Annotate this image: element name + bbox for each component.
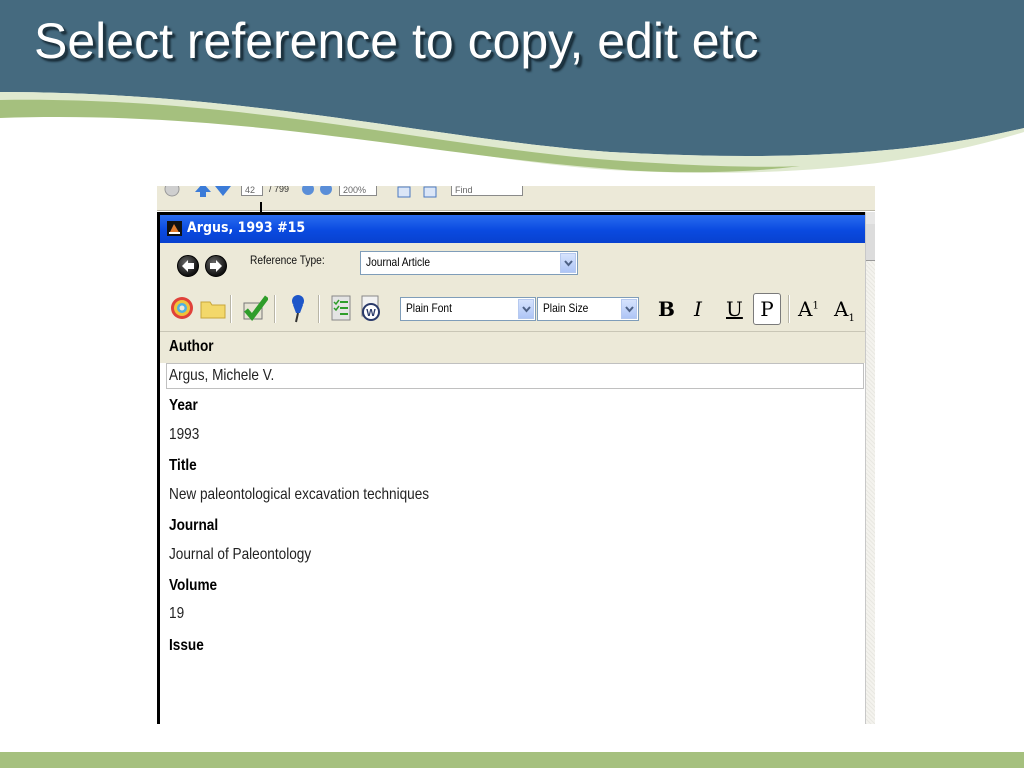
zoom-select[interactable]: 200% xyxy=(339,186,377,196)
page-number-input[interactable]: 42 xyxy=(241,186,263,196)
checkmark-icon[interactable] xyxy=(240,293,268,323)
pdf-viewer-toolbar: 42 / 799 200% Find xyxy=(157,186,875,211)
vertical-scrollbar[interactable] xyxy=(865,212,875,724)
reference-nav-row: Reference Type: Journal Article xyxy=(160,243,865,287)
superscript-button[interactable]: A1 xyxy=(798,297,819,321)
field-value-author[interactable]: Argus, Michele V. xyxy=(169,367,274,385)
page-total: / 799 xyxy=(269,186,290,194)
bold-button[interactable]: B xyxy=(658,297,675,321)
window-title-bar[interactable]: Argus, 1993 #15 xyxy=(160,215,865,243)
slide-title: Select reference to copy, edit etc xyxy=(34,13,759,69)
zoom-out-icon[interactable] xyxy=(301,186,315,197)
scrollbar-thumb[interactable] xyxy=(866,224,875,261)
author-label-band xyxy=(160,332,865,363)
chevron-down-icon xyxy=(560,253,576,273)
field-value-journal[interactable]: Journal of Paleontology xyxy=(169,546,311,564)
zoom-in-icon[interactable] xyxy=(319,186,333,197)
endnote-screenshot: 42 / 799 200% Find Argus, 1993 #15 Refer… xyxy=(157,186,875,724)
pushpin-icon[interactable] xyxy=(284,293,312,323)
field-value-year[interactable]: 1993 xyxy=(169,426,199,444)
window-title: Argus, 1993 #15 xyxy=(187,220,306,236)
reference-type-label: Reference Type: xyxy=(250,253,325,267)
reference-type-select[interactable]: Journal Article xyxy=(360,251,578,275)
formatting-toolbar: W Plain Font Plain Size B I U P A1 A1 xyxy=(160,287,865,331)
slide-header: Select reference to copy, edit etc xyxy=(0,0,1024,190)
chevron-down-icon xyxy=(621,299,637,319)
font-select[interactable]: Plain Font xyxy=(400,297,536,321)
fit-page-icon[interactable] xyxy=(423,186,437,198)
underline-button[interactable]: U xyxy=(726,297,743,321)
next-page-icon[interactable] xyxy=(215,186,231,197)
previous-reference-button[interactable] xyxy=(177,255,199,277)
rainbow-icon[interactable] xyxy=(168,293,196,323)
fit-width-icon[interactable] xyxy=(397,186,411,198)
folder-icon[interactable] xyxy=(198,293,226,323)
app-icon xyxy=(167,221,182,236)
svg-text:W: W xyxy=(366,308,376,319)
reference-fields: Author Argus, Michele V. Year 1993 Title… xyxy=(160,331,865,724)
field-label-title: Title xyxy=(169,457,197,474)
forward-arrow-icon xyxy=(210,260,222,272)
back-arrow-icon xyxy=(182,260,194,272)
plain-button[interactable]: P xyxy=(753,293,781,325)
field-label-author: Author xyxy=(169,338,214,355)
word-icon[interactable]: W xyxy=(356,293,384,323)
size-select[interactable]: Plain Size xyxy=(537,297,639,321)
field-label-volume: Volume xyxy=(169,577,218,594)
field-label-issue: Issue xyxy=(169,637,204,654)
checklist-icon[interactable] xyxy=(328,293,356,323)
field-value-title[interactable]: New paleontological excavation technique… xyxy=(169,486,429,504)
field-label-journal: Journal xyxy=(169,517,219,534)
field-label-year: Year xyxy=(169,397,198,414)
find-input[interactable]: Find xyxy=(451,186,523,196)
subscript-button[interactable]: A1 xyxy=(834,297,855,324)
previous-page-icon[interactable] xyxy=(195,186,211,197)
field-value-volume[interactable]: 19 xyxy=(169,605,184,623)
chevron-down-icon xyxy=(518,299,534,319)
italic-button[interactable]: I xyxy=(694,297,702,321)
hand-tool-icon[interactable] xyxy=(163,186,181,198)
reference-window: Argus, 1993 #15 Reference Type: Journal … xyxy=(157,212,865,724)
slide-bottom-bar xyxy=(0,752,1024,768)
next-reference-button[interactable] xyxy=(205,255,227,277)
